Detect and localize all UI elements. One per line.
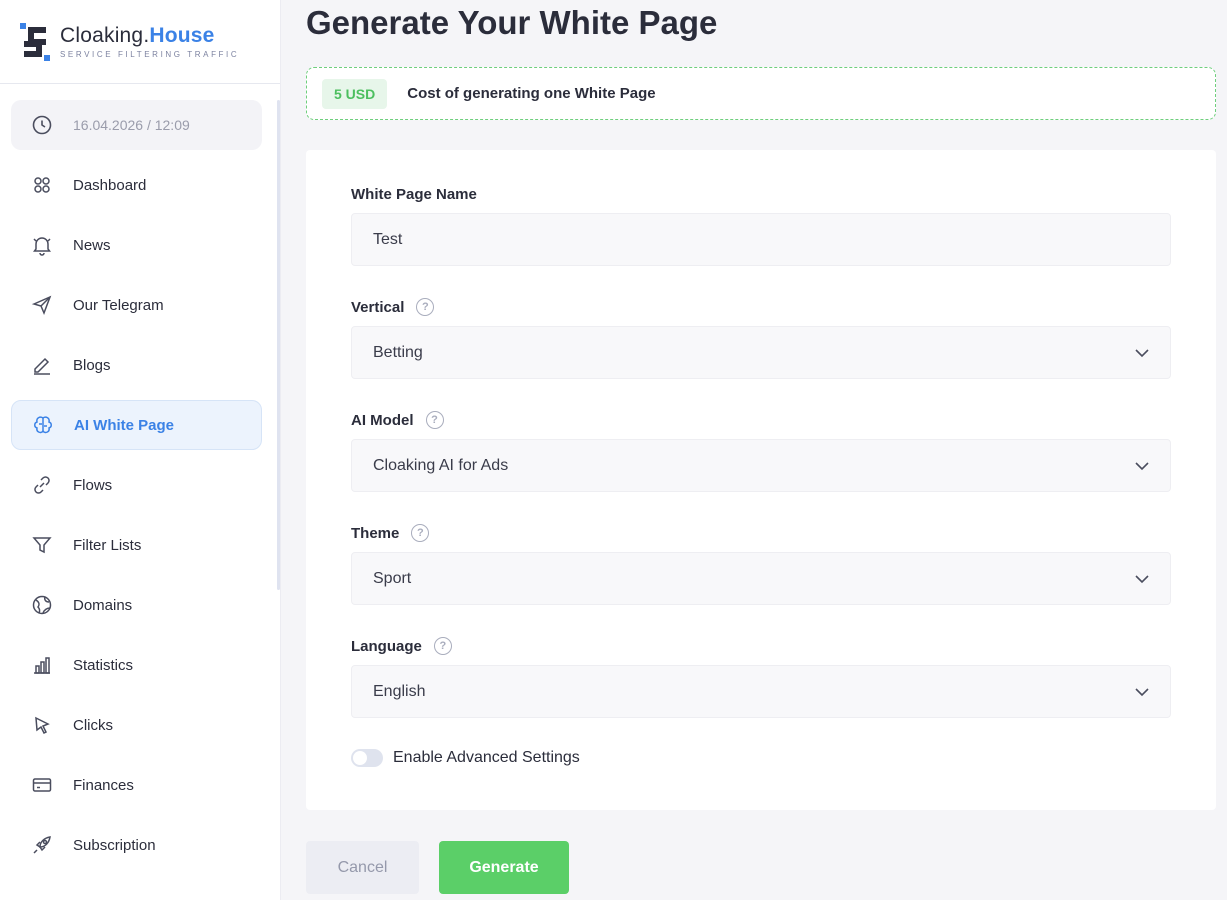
datetime-display: 16.04.2026 / 12:09	[11, 100, 262, 150]
sidebar-item-label: Clicks	[73, 716, 113, 734]
sidebar-item-label: Our Telegram	[73, 296, 164, 314]
brand-name-part1: Cloaking.	[60, 24, 150, 47]
send-icon	[31, 294, 53, 316]
sidebar-item-clicks[interactable]: Clicks	[11, 700, 262, 750]
globe-icon	[31, 594, 53, 616]
brand-tagline: SERVICE FILTERING TRAFFIC	[60, 50, 240, 59]
sidebar-item-filter-lists[interactable]: Filter Lists	[11, 520, 262, 570]
cancel-button[interactable]: Cancel	[306, 841, 419, 894]
sidebar-item-label: Dashboard	[73, 176, 147, 194]
sidebar-item-label: AI White Page	[74, 416, 175, 434]
sidebar-scrollbar[interactable]	[277, 100, 280, 590]
brand-name: Cloaking.House	[60, 24, 239, 48]
clock-icon	[31, 114, 53, 136]
datetime-text: 16.04.2026 / 12:09	[73, 117, 190, 133]
sidebar-item-finances[interactable]: Finances	[11, 760, 262, 810]
filter-icon	[31, 534, 53, 556]
sidebar-item-ai-white-page[interactable]: AI White Page	[11, 400, 262, 450]
bell-icon	[31, 234, 53, 256]
sidebar-item-label: Domains	[73, 596, 133, 614]
grid-icon	[31, 174, 53, 196]
cursor-icon	[31, 714, 53, 736]
sidebar-item-subscription[interactable]: Subscription	[11, 820, 262, 870]
brand-name-part2: House	[149, 24, 215, 47]
form-actions: Cancel Generate	[306, 0, 1216, 900]
sidebar-nav: 16.04.2026 / 12:09 Dashboard News Our Te…	[0, 84, 280, 870]
sidebar-item-flows[interactable]: Flows	[11, 460, 262, 510]
card-icon	[31, 774, 53, 796]
bar-chart-icon	[31, 654, 53, 676]
sidebar-item-domains[interactable]: Domains	[11, 580, 262, 630]
generate-button[interactable]: Generate	[439, 841, 569, 894]
sidebar-item-label: Statistics	[73, 656, 134, 674]
sidebar-item-label: Flows	[73, 476, 113, 494]
pencil-icon	[31, 354, 53, 376]
link-icon	[31, 474, 53, 496]
sidebar-item-label: Blogs	[73, 356, 111, 374]
logo[interactable]: Cloaking.House SERVICE FILTERING TRAFFIC	[0, 0, 280, 84]
sidebar-item-label: Subscription	[73, 836, 156, 854]
sidebar-item-news[interactable]: News	[11, 220, 262, 270]
sidebar-item-statistics[interactable]: Statistics	[11, 640, 262, 690]
rocket-icon	[31, 834, 53, 856]
sidebar-item-our-telegram[interactable]: Our Telegram	[11, 280, 262, 330]
sidebar: Cloaking.House SERVICE FILTERING TRAFFIC…	[0, 0, 281, 900]
brain-icon	[32, 414, 54, 436]
sidebar-item-blogs[interactable]: Blogs	[11, 340, 262, 390]
sidebar-item-dashboard[interactable]: Dashboard	[11, 160, 262, 210]
logo-icon	[20, 22, 50, 61]
sidebar-item-label: News	[73, 236, 111, 254]
sidebar-item-label: Filter Lists	[73, 536, 142, 554]
sidebar-item-label: Finances	[73, 776, 134, 794]
